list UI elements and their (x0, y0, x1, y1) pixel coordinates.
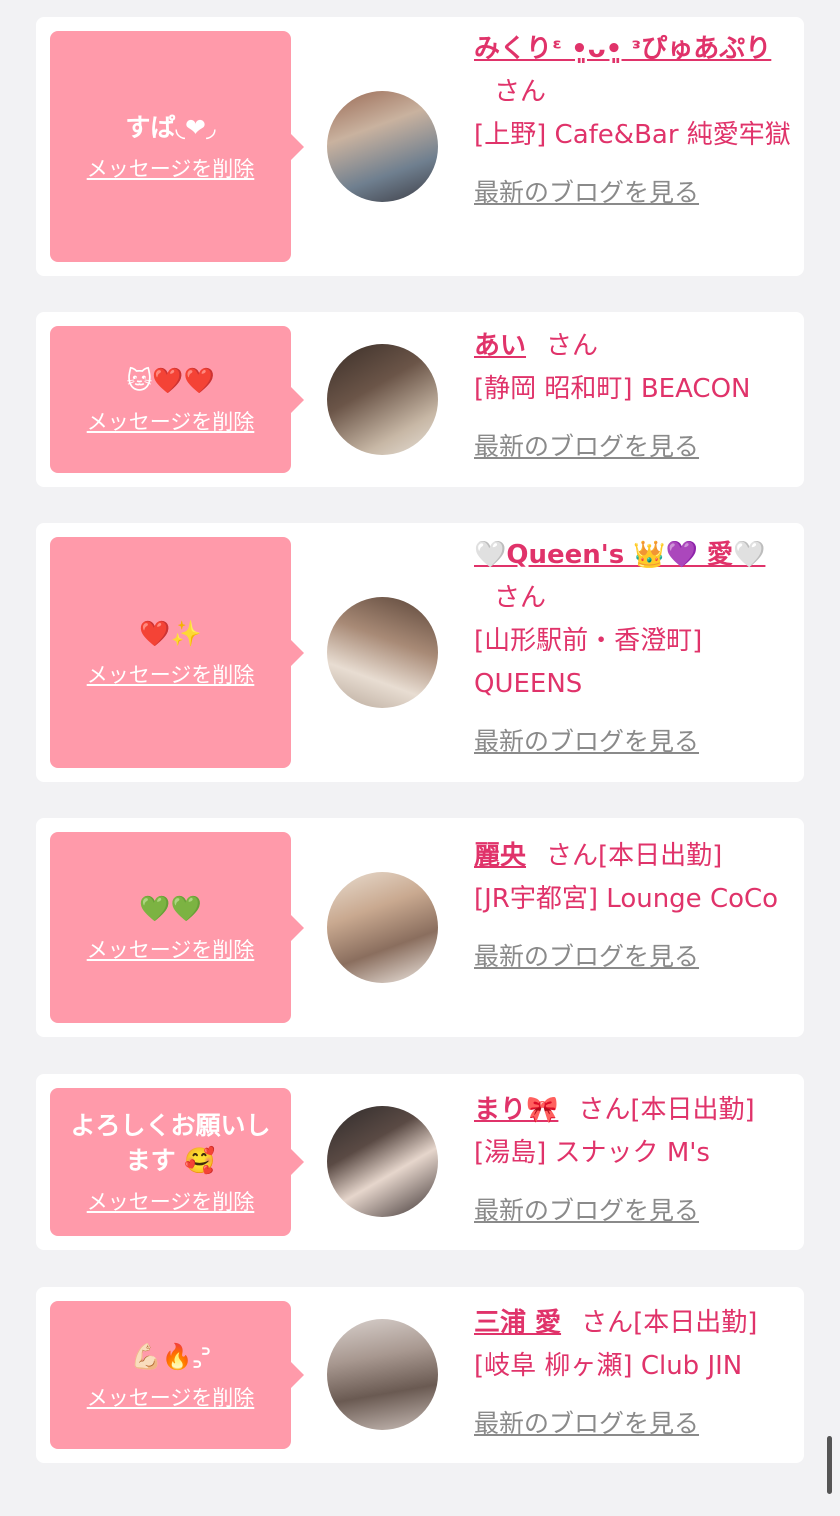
message-bubble: よろしくお願いします 🥰 メッセージを削除 (50, 1088, 304, 1236)
honorific: さん (546, 841, 599, 871)
avatar[interactable] (327, 91, 438, 202)
delete-message-link[interactable]: メッセージを削除 (87, 1384, 255, 1412)
message-text: 💪🏻🔥꜆꜄ (130, 1341, 211, 1371)
message-text: よろしくお願いします 🥰 (70, 1111, 271, 1175)
sender-info: 麗央 さん[本日出勤] [JR宇都宮] Lounge CoCo 最新のブログを見る (474, 835, 792, 978)
sender-name-link[interactable]: 🤍Queen's 👑💜 愛🤍 (474, 540, 765, 570)
sender-name-link[interactable]: 麗央 (474, 841, 526, 871)
avatar[interactable] (327, 872, 438, 983)
shop-name: [山形駅前・香澄町] QUEENS (474, 626, 703, 699)
message-card: 💚💚 メッセージを削除 麗央 さん[本日出勤] [JR宇都宮] Lounge Co… (36, 818, 804, 1037)
latest-blog-link[interactable]: 最新のブログを見る (474, 425, 792, 468)
avatar[interactable] (327, 344, 438, 455)
message-list: すぱ◟❤︎◞ メッセージを削除 みくりᵋ •͈ᴗ•͈ ᵌぴゅあぷりさん [上野]… (0, 0, 840, 1516)
honorific: さん (581, 1308, 634, 1338)
message-text: 🐱❤️❤️ (126, 366, 215, 395)
message-card: 🐱❤️❤️ メッセージを削除 あい さん [静岡 昭和町] BEACON 最新のブ… (36, 312, 804, 487)
status-label: [本日出勤] (598, 841, 723, 871)
message-text: すぱ◟❤︎◞ (125, 113, 216, 142)
message-card: よろしくお願いします 🥰 メッセージを削除 まり🎀 さん[本日出勤] [湯島] ス… (36, 1074, 804, 1250)
message-bubble: 💚💚 メッセージを削除 (50, 832, 304, 1023)
delete-message-link[interactable]: メッセージを削除 (87, 1188, 255, 1216)
honorific: さん (546, 331, 599, 361)
sender-info: まり🎀 さん[本日出勤] [湯島] スナック M's 最新のブログを見る (474, 1089, 792, 1232)
delete-message-link[interactable]: メッセージを削除 (87, 661, 255, 689)
message-bubble: すぱ◟❤︎◞ メッセージを削除 (50, 31, 304, 262)
shop-name: [上野] Cafe&Bar 純愛牢獄 (474, 120, 791, 150)
avatar[interactable] (327, 597, 438, 708)
latest-blog-link[interactable]: 最新のブログを見る (474, 171, 792, 214)
message-bubble: 💪🏻🔥꜆꜄ メッセージを削除 (50, 1301, 304, 1449)
message-text: 💚💚 (139, 894, 202, 923)
avatar[interactable] (327, 1106, 438, 1217)
honorific: さん (578, 1095, 631, 1125)
honorific: さん (494, 77, 547, 107)
sender-name-link[interactable]: あい (474, 331, 526, 361)
message-card: すぱ◟❤︎◞ メッセージを削除 みくりᵋ •͈ᴗ•͈ ᵌぴゅあぷりさん [上野]… (36, 17, 804, 276)
sender-name-link[interactable]: まり🎀 (474, 1095, 558, 1125)
latest-blog-link[interactable]: 最新のブログを見る (474, 720, 792, 763)
sender-info: 三浦 愛さん[本日出勤] [岐阜 柳ヶ瀬] Club JIN 最新のブログを見る (474, 1302, 792, 1445)
scrollbar[interactable] (827, 1436, 832, 1494)
message-bubble: ❤️✨ メッセージを削除 (50, 537, 304, 768)
delete-message-link[interactable]: メッセージを削除 (87, 936, 255, 964)
latest-blog-link[interactable]: 最新のブログを見る (474, 1189, 792, 1232)
sender-name-link[interactable]: 三浦 愛 (474, 1308, 561, 1338)
sender-info: 🤍Queen's 👑💜 愛🤍 さん [山形駅前・香澄町] QUEENS 最新のブロ… (474, 534, 792, 763)
status-label: [本日出勤] (630, 1095, 755, 1125)
latest-blog-link[interactable]: 最新のブログを見る (474, 1402, 792, 1445)
message-text: ❤️✨ (139, 619, 202, 648)
shop-name: [湯島] スナック M's (474, 1138, 710, 1168)
shop-name: [静岡 昭和町] BEACON (474, 374, 751, 404)
shop-name: [岐阜 柳ヶ瀬] Club JIN (474, 1351, 743, 1381)
delete-message-link[interactable]: メッセージを削除 (87, 408, 255, 436)
honorific: さん (494, 583, 547, 613)
shop-name: [JR宇都宮] Lounge CoCo (474, 884, 779, 914)
status-label: [本日出勤] (633, 1308, 758, 1338)
message-card: 💪🏻🔥꜆꜄ メッセージを削除 三浦 愛さん[本日出勤] [岐阜 柳ヶ瀬] Clu… (36, 1287, 804, 1463)
sender-name-link[interactable]: みくりᵋ •͈ᴗ•͈ ᵌぴゅあぷり (474, 34, 771, 64)
delete-message-link[interactable]: メッセージを削除 (87, 155, 255, 183)
latest-blog-link[interactable]: 最新のブログを見る (474, 935, 792, 978)
message-card: ❤️✨ メッセージを削除 🤍Queen's 👑💜 愛🤍 さん [山形駅前・香澄町]… (36, 523, 804, 782)
message-bubble: 🐱❤️❤️ メッセージを削除 (50, 326, 304, 473)
avatar[interactable] (327, 1319, 438, 1430)
sender-info: あい さん [静岡 昭和町] BEACON 最新のブログを見る (474, 325, 792, 468)
sender-info: みくりᵋ •͈ᴗ•͈ ᵌぴゅあぷりさん [上野] Cafe&Bar 純愛牢獄 最… (474, 28, 792, 214)
